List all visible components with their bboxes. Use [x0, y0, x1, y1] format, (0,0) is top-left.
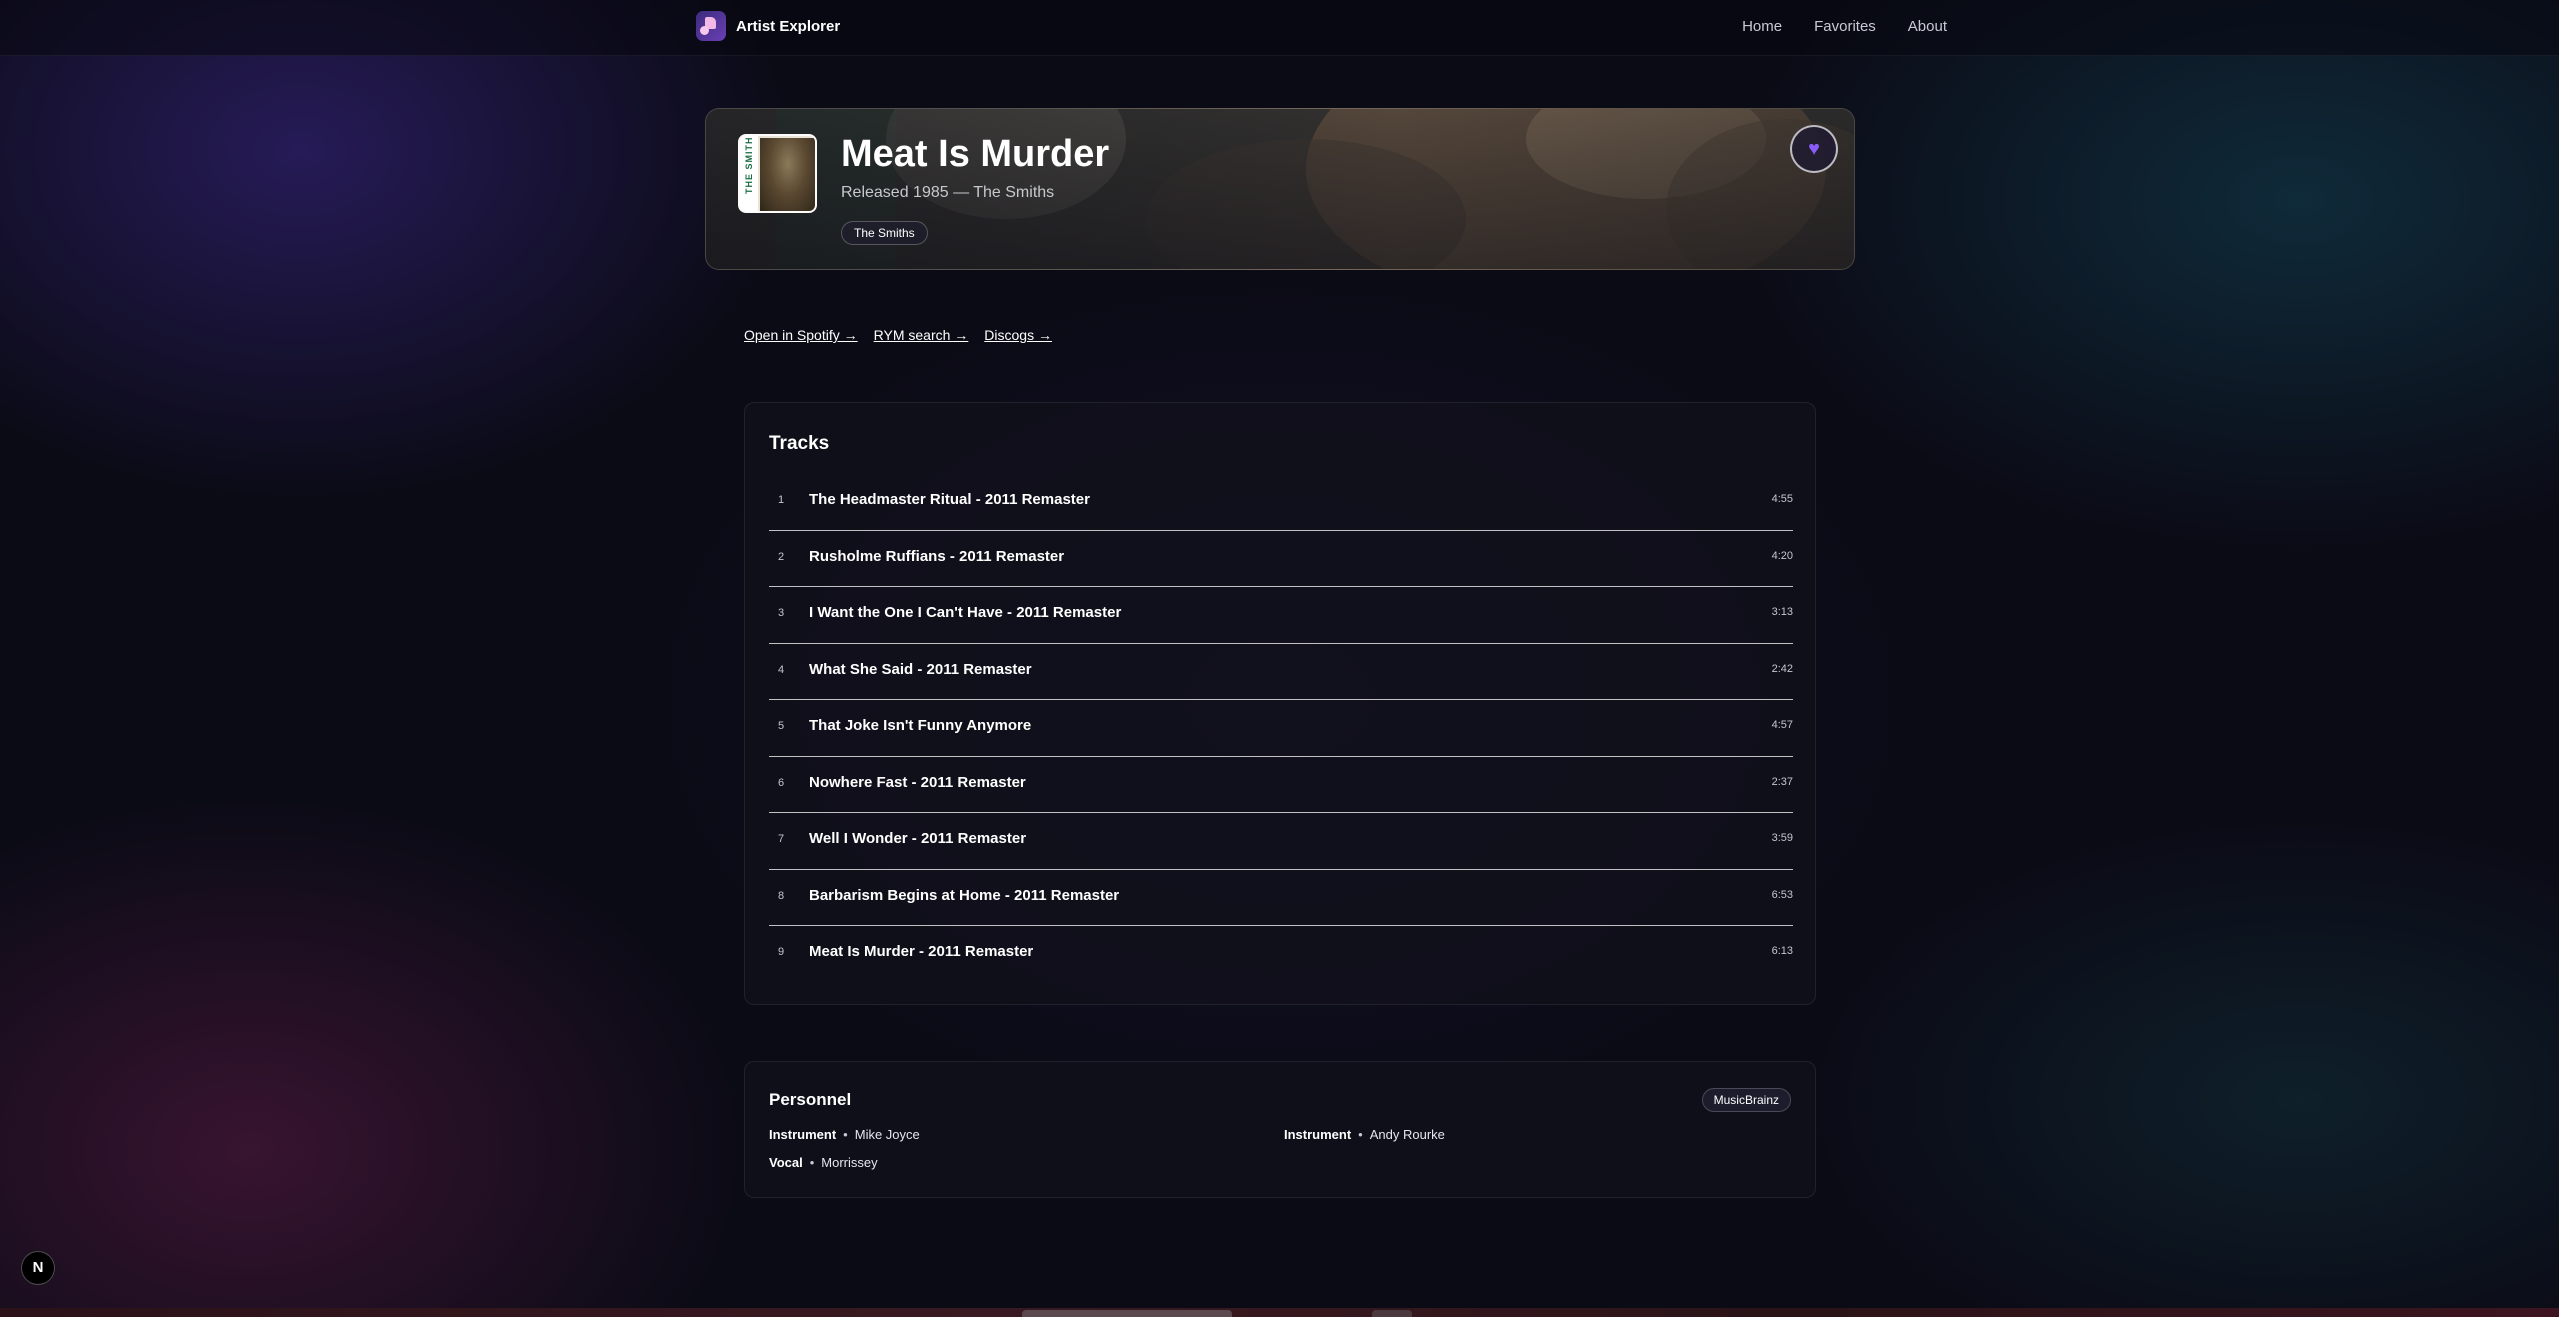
track-title: Rusholme Ruffians - 2011 Remaster — [809, 547, 1065, 565]
track-title: The Headmaster Ritual - 2011 Remaster — [809, 491, 1090, 508]
app-name: Artist Explorer — [736, 17, 841, 35]
track-row[interactable]: 4 What She Said - 2011 Remaster 2:42 — [769, 644, 1793, 700]
track-row[interactable]: 1 The Headmaster Ritual - 2011 Remaster … — [769, 474, 1793, 531]
track-number: 7 — [777, 833, 785, 845]
track-number: 1 — [777, 494, 785, 506]
track-duration: 3:13 — [1771, 606, 1793, 618]
personnel-card: Personnel MusicBrainz Instrument • Mike Jo… — [744, 1061, 1816, 1198]
track-list: 1 The Headmaster Ritual - 2011 Remaster … — [769, 474, 1793, 983]
track-number: 8 — [777, 889, 785, 902]
track-row[interactable]: 5 That Joke Isn't Funny Anymore 4:57 — [769, 700, 1793, 757]
track-number: 9 — [777, 946, 785, 958]
separator-dot: • — [809, 1155, 815, 1170]
track-title: Nowhere Fast - 2011 Remaster — [809, 773, 1026, 791]
personnel-entry: Vocal • Morrissey — [769, 1155, 878, 1170]
personnel-name: Mike Joyce — [854, 1127, 920, 1142]
album-hero: THE SMITHS Meat Is Murder Released 1985 … — [705, 108, 1855, 270]
track-row[interactable]: 9 Meat Is Murder - 2011 Remaster 6:13 — [769, 926, 1793, 983]
personnel-entry: Instrument • Andy Rourke — [1284, 1127, 1445, 1142]
separator-dot: • — [843, 1127, 848, 1142]
nav-favorites-link[interactable]: Favorites — [1814, 18, 1876, 35]
rym-search-link[interactable]: RYM search → — [874, 327, 969, 343]
track-title: That Joke Isn't Funny Anymore — [809, 717, 1032, 734]
track-title: Well I Wonder - 2011 Remaster — [809, 830, 1027, 847]
personnel-role: Instrument — [769, 1127, 837, 1142]
track-row[interactable]: 8 Barbarism Begins at Home - 2011 Remast… — [769, 870, 1793, 926]
musicbrainz-badge[interactable]: MusicBrainz — [1701, 1088, 1791, 1112]
brand[interactable]: Artist Explorer — [696, 11, 840, 41]
track-duration: 6:53 — [1771, 888, 1793, 901]
favorite-button[interactable]: ♥ — [1790, 125, 1838, 173]
track-title: I Want the One I Can't Have - 2011 Remas… — [809, 604, 1122, 621]
track-duration: 3:59 — [1771, 832, 1793, 844]
cover-artist-text: THE SMITHS — [744, 134, 754, 194]
heart-icon: ♥ — [1808, 138, 1820, 160]
track-row[interactable]: 6 Nowhere Fast - 2011 Remaster 2:37 — [769, 757, 1793, 813]
track-row[interactable]: 7 Well I Wonder - 2011 Remaster 3:59 — [769, 813, 1793, 870]
track-duration: 6:13 — [1771, 945, 1793, 957]
track-row[interactable]: 3 I Want the One I Can't Have - 2011 Rem… — [769, 587, 1793, 644]
track-title: Meat Is Murder - 2011 Remaster — [809, 943, 1034, 960]
track-duration: 4:55 — [1771, 493, 1793, 505]
track-number: 5 — [777, 720, 785, 732]
track-number: 4 — [777, 663, 785, 676]
album-title: Meat Is Murder — [841, 133, 1110, 175]
artist-tag[interactable]: The Smiths — [841, 221, 928, 245]
track-title: Barbarism Begins at Home - 2011 Remaster — [809, 886, 1120, 904]
album-cover: THE SMITHS — [738, 134, 817, 213]
personnel-role: Vocal — [769, 1155, 803, 1170]
top-navbar: Artist Explorer Home Favorites About — [0, 0, 2559, 56]
separator-dot: • — [1358, 1127, 1363, 1142]
nav-home-link[interactable]: Home — [1742, 18, 1782, 35]
personnel-role: Instrument — [1284, 1127, 1352, 1142]
personnel-name: Andy Rourke — [1369, 1127, 1445, 1142]
track-duration: 4:20 — [1771, 549, 1793, 562]
music-note-logo-icon — [696, 11, 726, 41]
track-duration: 2:42 — [1771, 662, 1793, 675]
tracks-card: Tracks 1 The Headmaster Ritual - 2011 Re… — [744, 402, 1816, 1005]
tracks-heading: Tracks — [769, 433, 830, 454]
track-number: 6 — [777, 776, 785, 789]
spotify-link[interactable]: Open in Spotify → — [744, 327, 858, 343]
personnel-heading: Personnel — [769, 1090, 852, 1109]
track-number: 3 — [777, 607, 785, 619]
track-duration: 4:57 — [1771, 719, 1793, 731]
discogs-link[interactable]: Discogs → — [984, 327, 1052, 343]
main-nav: Home Favorites About — [1742, 18, 1947, 35]
track-number: 2 — [777, 550, 785, 563]
personnel-name: Morrissey — [821, 1155, 878, 1170]
track-duration: 2:37 — [1771, 775, 1793, 788]
dev-tools-button[interactable]: N — [21, 1251, 55, 1285]
bottom-taskbar-edge — [0, 1308, 2559, 1317]
track-title: What She Said - 2011 Remaster — [809, 660, 1032, 678]
external-links: Open in Spotify → RYM search → Discogs → — [744, 327, 1052, 343]
track-row[interactable]: 2 Rusholme Ruffians - 2011 Remaster 4:20 — [769, 531, 1793, 587]
nav-about-link[interactable]: About — [1908, 18, 1947, 35]
personnel-entry: Instrument • Mike Joyce — [769, 1127, 920, 1142]
album-subtitle: Released 1985 — The Smiths — [841, 184, 1055, 201]
